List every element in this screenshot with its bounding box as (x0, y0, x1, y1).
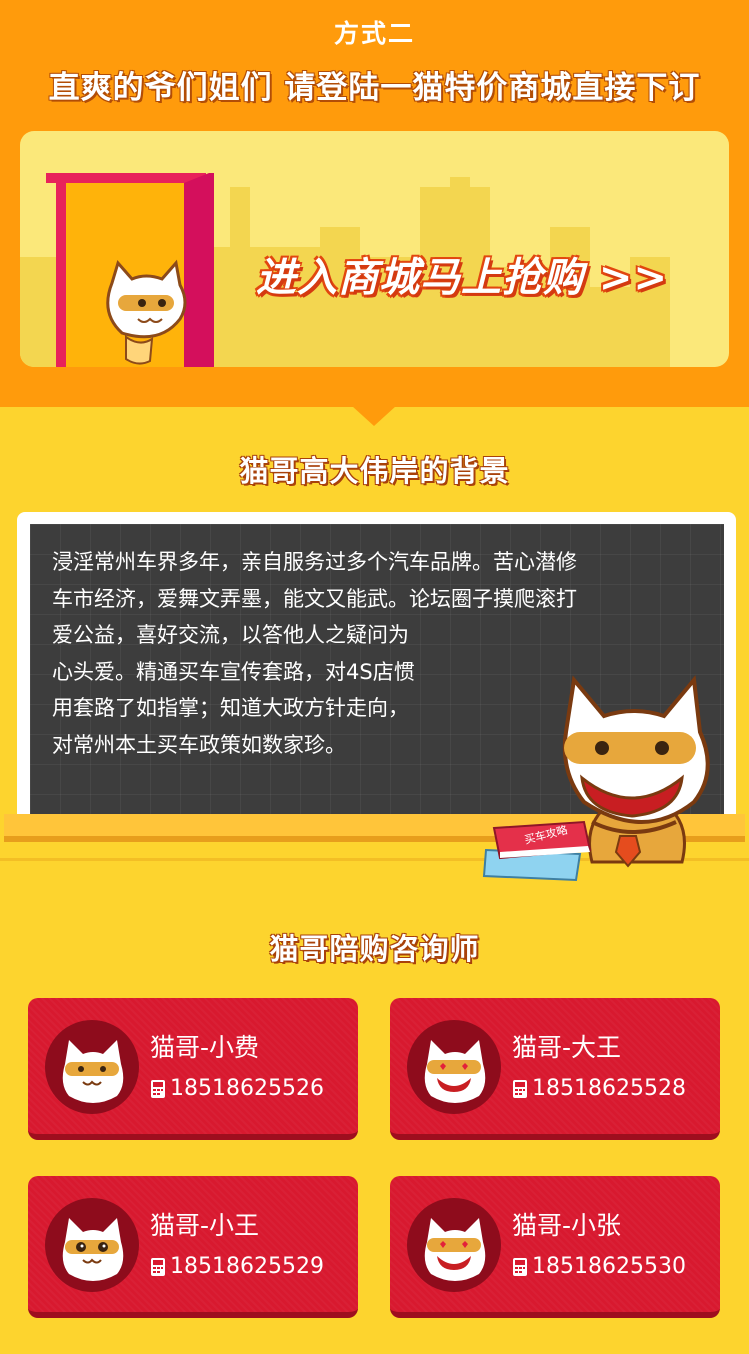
cat-avatar (407, 1020, 501, 1114)
cat-avatar (45, 1020, 139, 1114)
description-line: 对常州本土买车政策如数家珍。 (52, 732, 346, 757)
consultant-card[interactable]: 猫哥-大王 18518625528 (390, 998, 720, 1140)
consultant-phone[interactable]: 18518625526 (150, 1076, 324, 1101)
enter-mall-banner[interactable]: 进入商城马上抢购 >> (20, 131, 729, 367)
description-line: 车市经济，爱舞文弄墨，能文又能武。论坛圈子摸爬滚打 (52, 586, 577, 611)
description-line: 心头爱。精通买车宣传套路，对4S店惯 (52, 659, 415, 684)
method-label: 方式二 (333, 19, 415, 48)
consultants-section-title: 猫哥陪购咨询师 (269, 932, 480, 966)
phone-number[interactable]: 18518625528 (532, 1076, 686, 1101)
door-illustration (46, 173, 214, 367)
cat-avatar (45, 1198, 139, 1292)
phone-icon (151, 1079, 165, 1098)
phone-number[interactable]: 18518625526 (170, 1076, 324, 1101)
books-illustration: 买车攻略 (482, 820, 592, 882)
phone-icon (151, 1257, 165, 1276)
background-description: 浸淫常州车界多年，亲自服务过多个汽车品牌。苦心潜修 车市经济，爱舞文弄墨，能文又… (52, 544, 577, 763)
consultant-card[interactable]: 猫哥-小费 18518625526 (28, 998, 358, 1140)
description-line: 用套路了如指掌；知道大政方针走向， (52, 696, 409, 720)
cat-avatar (407, 1198, 501, 1292)
phone-number[interactable]: 18518625530 (532, 1254, 686, 1279)
consultant-phone[interactable]: 18518625528 (512, 1076, 686, 1101)
background-section-title: 猫哥高大伟岸的背景 (239, 454, 510, 488)
consultant-name: 猫哥-小王 (150, 1211, 260, 1240)
consultant-card[interactable]: 猫哥-小王 18518625529 (28, 1176, 358, 1318)
enter-mall-cta[interactable]: 进入商城马上抢购 >> (256, 245, 668, 303)
description-line: 爱公益，喜好交流，以答他人之疑问为 (52, 623, 409, 647)
consultant-phone[interactable]: 18518625529 (150, 1254, 324, 1279)
consultant-name: 猫哥-小张 (512, 1211, 622, 1240)
consultant-card[interactable]: 猫哥-小张 18518625530 (390, 1176, 720, 1318)
consultant-name: 猫哥-小费 (150, 1033, 260, 1062)
phone-icon (513, 1079, 527, 1098)
phone-icon (513, 1257, 527, 1276)
headline: 直爽的爷们姐们 请登陆一猫特价商城直接下订 (48, 70, 701, 106)
consultant-name: 猫哥-大王 (512, 1033, 622, 1062)
description-line: 浸淫常州车界多年，亲自服务过多个汽车品牌。苦心潜修 (52, 550, 577, 574)
section-pointer (352, 406, 396, 426)
consultant-phone[interactable]: 18518625530 (512, 1254, 686, 1279)
phone-number[interactable]: 18518625529 (170, 1254, 324, 1279)
